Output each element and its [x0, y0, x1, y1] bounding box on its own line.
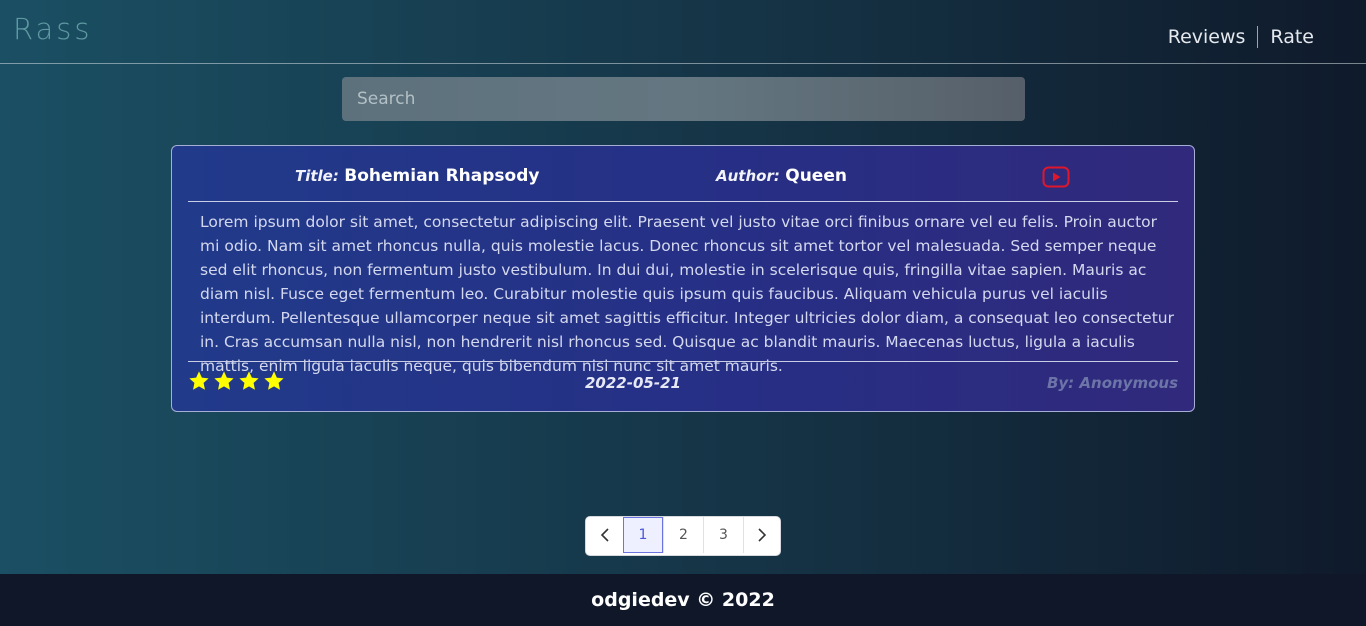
review-title: Title: Bohemian Rhapsody: [295, 166, 539, 186]
review-footer: 2022-05-21 By: Anonymous: [188, 361, 1178, 412]
page-button-1[interactable]: 1: [623, 517, 663, 553]
review-author: Author: Queen: [716, 166, 847, 186]
nav-links: Reviews Rate: [1168, 26, 1314, 48]
review-text: Lorem ipsum dolor sit amet, consectetur …: [200, 213, 1174, 375]
title-label: Title:: [295, 167, 339, 185]
nav-link-reviews[interactable]: Reviews: [1168, 26, 1246, 48]
page-button-3[interactable]: 3: [703, 517, 743, 553]
review-byline: By: Anonymous: [1046, 374, 1178, 392]
next-page-button[interactable]: [743, 517, 780, 553]
author-value: Queen: [785, 166, 847, 186]
star-icon: [264, 371, 284, 390]
footer-text: odgiedev © 2022: [591, 589, 775, 611]
star-icon: [214, 371, 234, 390]
title-value: Bohemian Rhapsody: [344, 166, 540, 186]
nav-link-rate[interactable]: Rate: [1270, 26, 1314, 48]
review-header: Title: Bohemian Rhapsody Author: Queen: [188, 146, 1178, 202]
chevron-right-icon: [758, 528, 767, 542]
pagination: 1 2 3: [585, 516, 781, 556]
star-icon: [189, 371, 209, 390]
author-label: Author:: [716, 167, 780, 185]
youtube-icon[interactable]: [1042, 166, 1070, 192]
search-input[interactable]: [342, 77, 1025, 121]
chevron-left-icon: [600, 528, 609, 542]
star-rating: [188, 370, 285, 392]
review-card: Title: Bohemian Rhapsody Author: Queen L…: [171, 145, 1195, 412]
footer: odgiedev © 2022: [0, 574, 1366, 626]
review-date: 2022-05-21: [585, 374, 681, 392]
page-button-2[interactable]: 2: [663, 517, 703, 553]
star-icon: [239, 371, 259, 390]
prev-page-button[interactable]: [586, 517, 623, 553]
navbar: Rass Reviews Rate: [0, 0, 1366, 64]
nav-divider: [1257, 26, 1259, 48]
brand-logo[interactable]: Rass: [13, 12, 93, 46]
